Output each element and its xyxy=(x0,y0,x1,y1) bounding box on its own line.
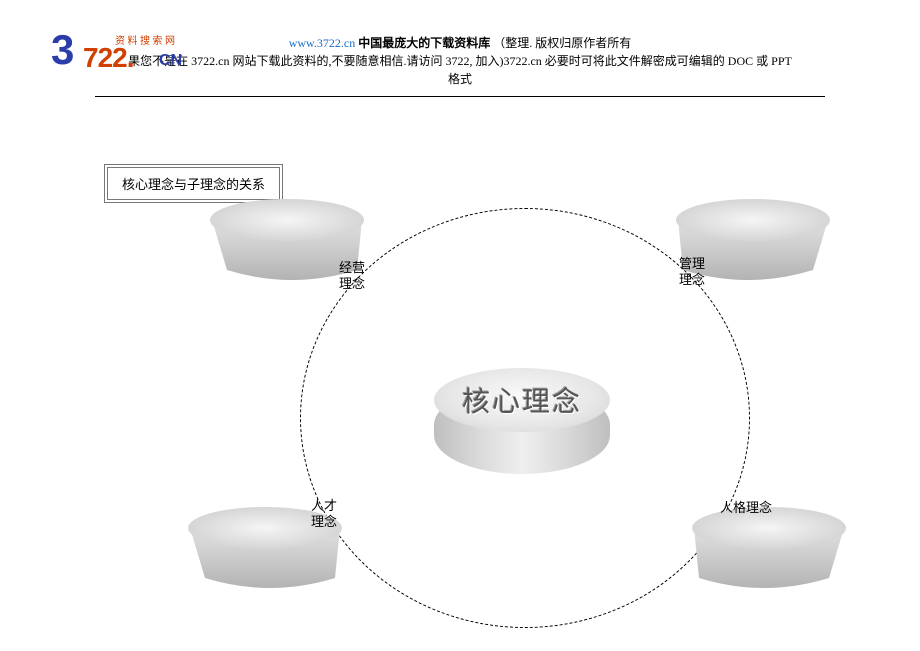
label-top-left: 经营理念 xyxy=(332,260,372,291)
core-label: 核心理念 xyxy=(434,380,610,420)
logo-cn: CN xyxy=(159,52,182,70)
header-url: www.3722.cn xyxy=(289,36,356,50)
header-rule xyxy=(95,96,825,97)
label-top-right: 管理理念 xyxy=(672,256,712,287)
core-cylinder: 核心理念 xyxy=(434,368,610,476)
logo-722: 722. xyxy=(83,42,134,74)
diagram-stage: 核心理念 xyxy=(0,150,920,651)
label-bottom-right: 人格理念 xyxy=(716,500,776,516)
site-logo: 资 料 搜 索 网 3 722. CN xyxy=(55,30,205,80)
label-bottom-left: 人才理念 xyxy=(304,498,344,529)
header-note: （整理. 版权归原作者所有 xyxy=(493,36,631,50)
header-slogan: 中国最庞大的下载资料库 xyxy=(358,36,490,50)
logo-3: 3 xyxy=(51,26,71,74)
